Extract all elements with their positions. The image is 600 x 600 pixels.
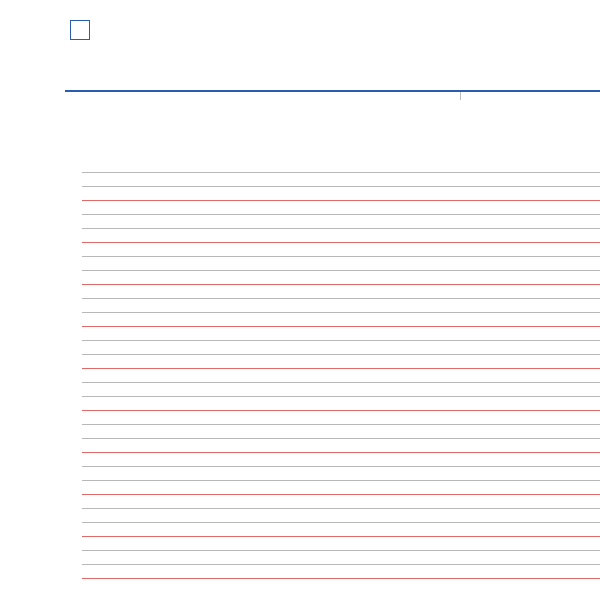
guide-rule — [82, 424, 600, 438]
guide-rule — [82, 480, 600, 494]
baseline-rule — [82, 368, 600, 382]
baseline-rule — [82, 536, 600, 550]
baseline-rule — [82, 410, 600, 424]
guide-rule — [82, 382, 600, 396]
margin-tick — [460, 92, 461, 100]
header-underline — [65, 90, 600, 92]
baseline-rule — [82, 494, 600, 508]
guide-rule — [82, 522, 600, 536]
guide-rule — [82, 396, 600, 410]
guide-rule — [82, 186, 600, 200]
guide-rule — [82, 466, 600, 480]
handwriting-worksheet — [0, 0, 600, 600]
baseline-rule — [82, 284, 600, 298]
baseline-rule — [82, 578, 600, 592]
guide-rule — [82, 270, 600, 284]
guide-rule — [82, 564, 600, 578]
guide-rule — [82, 354, 600, 368]
baseline-rule — [82, 452, 600, 466]
guide-rule — [82, 214, 600, 228]
baseline-rule — [82, 242, 600, 256]
checkbox[interactable] — [70, 20, 90, 40]
guide-rule — [82, 312, 600, 326]
baseline-rule — [82, 200, 600, 214]
guide-rule — [82, 256, 600, 270]
guide-rule — [82, 172, 600, 186]
guide-rule — [82, 508, 600, 522]
guide-rule — [82, 550, 600, 564]
guide-rule — [82, 228, 600, 242]
guide-rule — [82, 340, 600, 354]
guide-rule — [82, 298, 600, 312]
writing-lines — [82, 172, 600, 592]
guide-rule — [82, 438, 600, 452]
baseline-rule — [82, 326, 600, 340]
